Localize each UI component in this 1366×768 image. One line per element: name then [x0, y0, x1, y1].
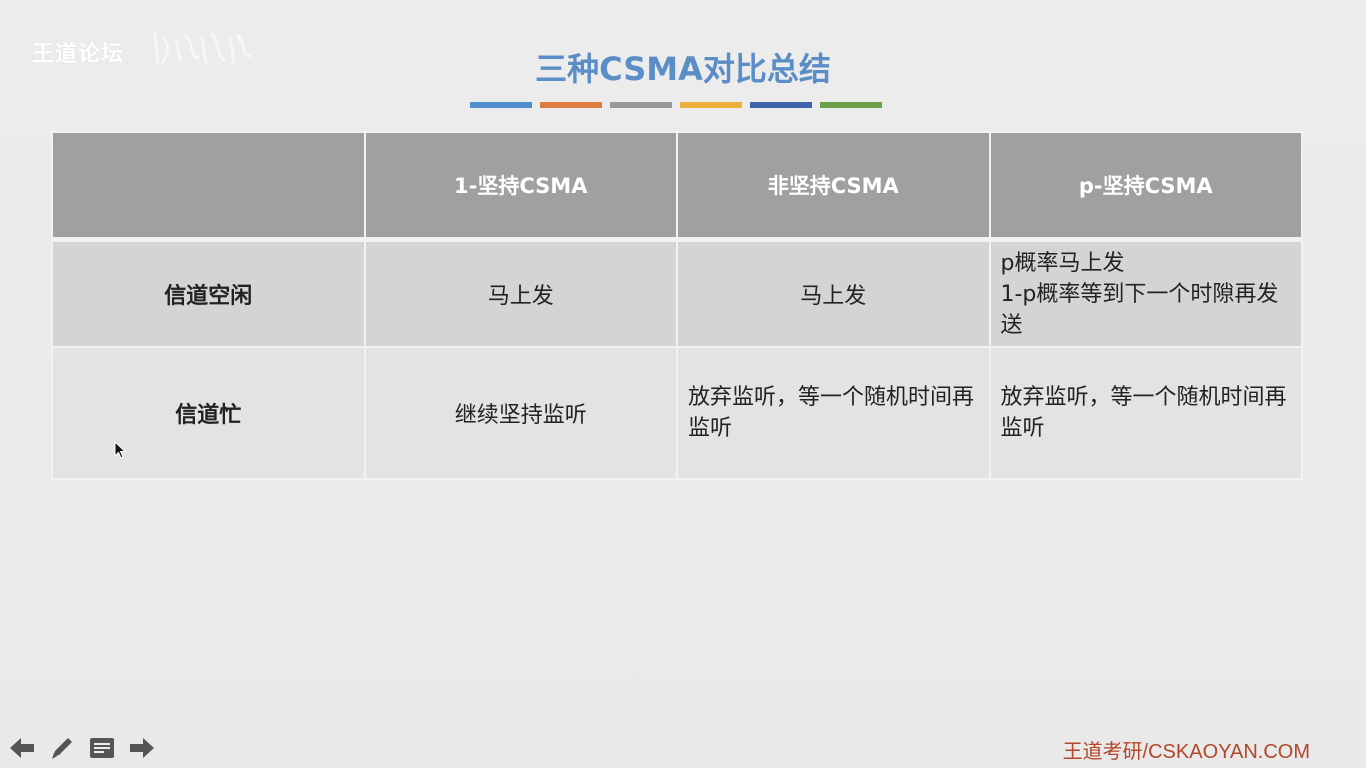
header-cell-p-persistent: p-坚持CSMA: [988, 131, 1303, 242]
header-cell-1-persistent: 1-坚持CSMA: [363, 131, 678, 242]
comparison-table: 1-坚持CSMA 非坚持CSMA p-坚持CSMA 信道空闲 马上发 马上发 p…: [51, 131, 1303, 480]
table-cell: 放弃监听，等一个随机时间再监听: [676, 346, 991, 480]
page-title: 三种CSMA对比总结: [535, 50, 831, 88]
footer-brand: 王道考研/CSKAOYAN.COM: [1062, 741, 1310, 763]
accent-bars: [470, 102, 882, 108]
table-row-channel-idle: 信道空闲 马上发 马上发 p概率马上发 1-p概率等到下一个时隙再发送: [51, 238, 1303, 348]
row-label-channel-busy: 信道忙: [51, 346, 366, 480]
table-cell: 马上发: [676, 238, 991, 348]
table-cell: p概率马上发 1-p概率等到下一个时隙再发送: [988, 238, 1303, 348]
mouse-cursor-icon: [114, 441, 126, 459]
table-cell: 马上发: [363, 238, 678, 348]
slide-navigation: [8, 734, 156, 762]
arrow-right-icon[interactable]: [128, 734, 156, 762]
accent-bar: [680, 102, 742, 108]
notes-icon[interactable]: [88, 734, 116, 762]
table-cell: 放弃监听，等一个随机时间再监听: [988, 346, 1303, 480]
accent-bar: [470, 102, 532, 108]
table-header-row: 1-坚持CSMA 非坚持CSMA p-坚持CSMA: [51, 131, 1303, 242]
accent-bar: [820, 102, 882, 108]
header-cell-empty: [51, 131, 366, 242]
accent-bar: [610, 102, 672, 108]
accent-bar: [750, 102, 812, 108]
table-cell: 继续坚持监听: [363, 346, 678, 480]
table-row-channel-busy: 信道忙 继续坚持监听 放弃监听，等一个随机时间再监听 放弃监听，等一个随机时间再…: [51, 346, 1303, 480]
header-cell-non-persistent: 非坚持CSMA: [676, 131, 991, 242]
arrow-left-icon[interactable]: [8, 734, 36, 762]
row-label-channel-idle: 信道空闲: [51, 238, 366, 348]
accent-bar: [540, 102, 602, 108]
pen-icon[interactable]: [48, 734, 76, 762]
